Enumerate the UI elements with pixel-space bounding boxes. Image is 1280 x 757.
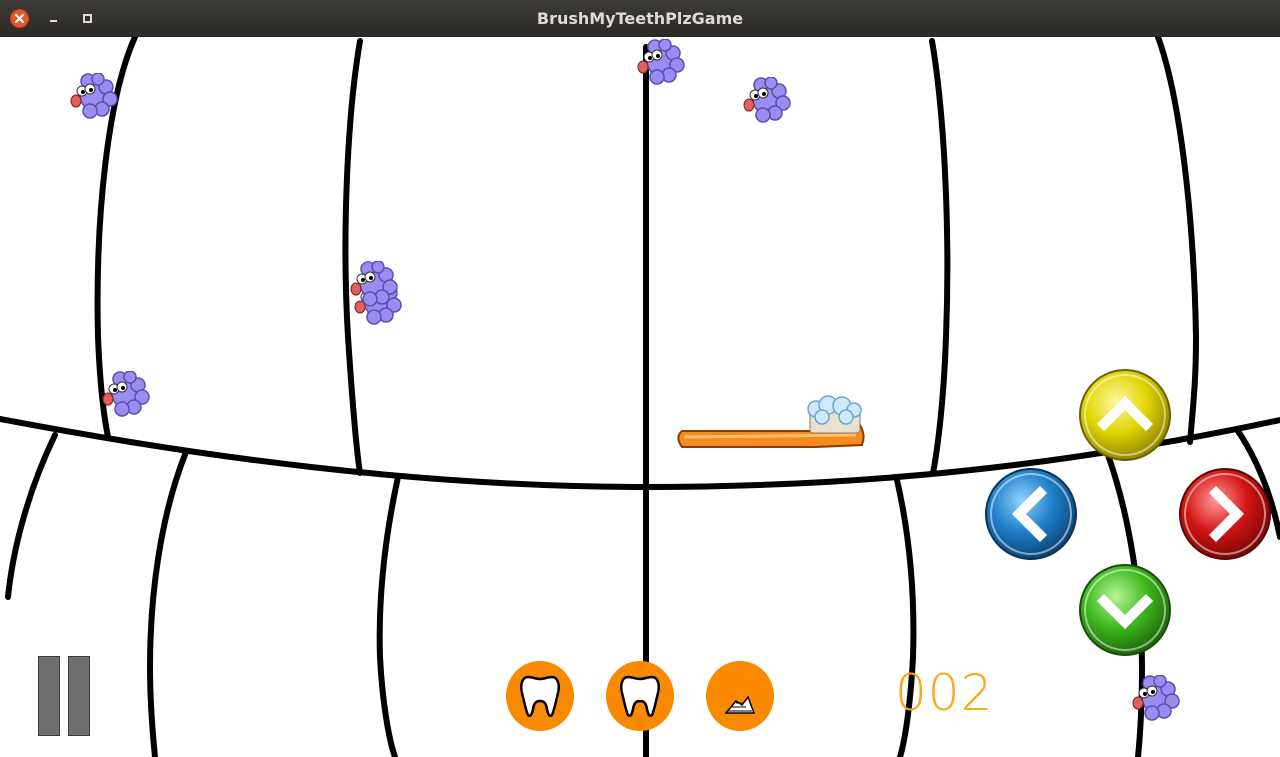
window-title: BrushMyTeethPlzGame xyxy=(536,9,744,28)
down-button[interactable] xyxy=(1078,563,1172,657)
pause-icon-bar xyxy=(68,656,90,736)
up-button[interactable] xyxy=(1078,368,1172,462)
toothpaste-icon xyxy=(724,695,756,714)
germ xyxy=(743,77,791,123)
toothpaste-tool-button[interactable] xyxy=(706,661,774,731)
score-counter: 002 xyxy=(895,664,994,722)
tooth-icon xyxy=(620,675,660,717)
germ xyxy=(1132,675,1180,721)
tooth-tool-button-2[interactable] xyxy=(606,661,674,731)
game-canvas[interactable]: 002 xyxy=(0,37,1280,757)
germ xyxy=(102,371,150,417)
germ xyxy=(637,39,685,85)
left-button[interactable] xyxy=(984,467,1078,561)
germ xyxy=(350,261,398,307)
right-button[interactable] xyxy=(1178,467,1272,561)
tooth-icon xyxy=(520,675,560,717)
pause-icon xyxy=(38,656,60,736)
toothbrush[interactable] xyxy=(676,395,868,457)
germ xyxy=(70,73,118,119)
pause-button[interactable] xyxy=(38,656,90,736)
title-bar: BrushMyTeethPlzGame xyxy=(0,0,1280,38)
tooth-tool-button[interactable] xyxy=(506,661,574,731)
